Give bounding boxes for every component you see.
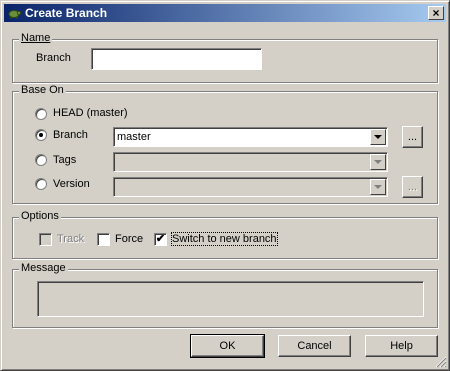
checkmark-icon: ✔ bbox=[155, 233, 166, 245]
message-textarea bbox=[37, 281, 424, 317]
close-button[interactable]: × bbox=[428, 6, 444, 20]
tortoise-icon bbox=[8, 10, 21, 19]
name-legend: Name bbox=[19, 32, 53, 44]
title-bar[interactable]: Create Branch × bbox=[4, 4, 446, 22]
cancel-button[interactable]: Cancel bbox=[278, 335, 351, 357]
switch-branch-checkbox[interactable]: ✔ bbox=[154, 233, 167, 246]
branch-radio[interactable] bbox=[35, 129, 47, 141]
options-group: Options Track Force ✔ Switch to new bran… bbox=[12, 210, 438, 259]
message-group: Message bbox=[12, 262, 438, 328]
options-legend: Options bbox=[19, 210, 61, 222]
branch-radio-label[interactable]: Branch bbox=[53, 129, 88, 141]
tags-radio[interactable] bbox=[35, 154, 47, 166]
close-icon: × bbox=[432, 6, 440, 20]
version-radio-label[interactable]: Version bbox=[53, 178, 90, 190]
name-group: Name Branch bbox=[12, 32, 438, 83]
chevron-down-icon bbox=[370, 179, 386, 195]
head-radio-label[interactable]: HEAD (master) bbox=[53, 107, 128, 119]
ok-button[interactable]: OK bbox=[190, 334, 265, 358]
branch-combobox[interactable]: master bbox=[113, 127, 388, 147]
track-checkbox bbox=[39, 233, 52, 246]
track-label: Track bbox=[57, 233, 85, 245]
message-legend: Message bbox=[19, 262, 68, 274]
branch-name-label: Branch bbox=[36, 52, 71, 64]
chevron-down-icon bbox=[370, 154, 386, 170]
tags-radio-label[interactable]: Tags bbox=[53, 154, 76, 166]
tags-combobox bbox=[113, 152, 388, 172]
switch-branch-label[interactable]: Switch to new branch bbox=[171, 232, 278, 246]
force-label[interactable]: Force bbox=[115, 233, 143, 245]
help-button[interactable]: Help bbox=[365, 335, 438, 357]
branch-name-input[interactable] bbox=[91, 48, 262, 70]
base-on-group: Base On HEAD (master) Branch master ... … bbox=[12, 84, 438, 204]
branch-combobox-value: master bbox=[117, 131, 151, 143]
version-combobox bbox=[113, 177, 388, 197]
version-browse-button: ... bbox=[402, 176, 423, 198]
base-on-legend: Base On bbox=[19, 84, 66, 96]
resize-grip-icon[interactable] bbox=[435, 356, 447, 368]
create-branch-dialog: Create Branch × Name Branch Base On HEAD… bbox=[0, 0, 450, 371]
force-checkbox[interactable] bbox=[97, 233, 110, 246]
window-title: Create Branch bbox=[25, 6, 108, 20]
branch-browse-button[interactable]: ... bbox=[402, 126, 423, 148]
version-radio[interactable] bbox=[35, 178, 47, 190]
chevron-down-icon[interactable] bbox=[370, 129, 386, 145]
head-radio[interactable] bbox=[35, 108, 47, 120]
